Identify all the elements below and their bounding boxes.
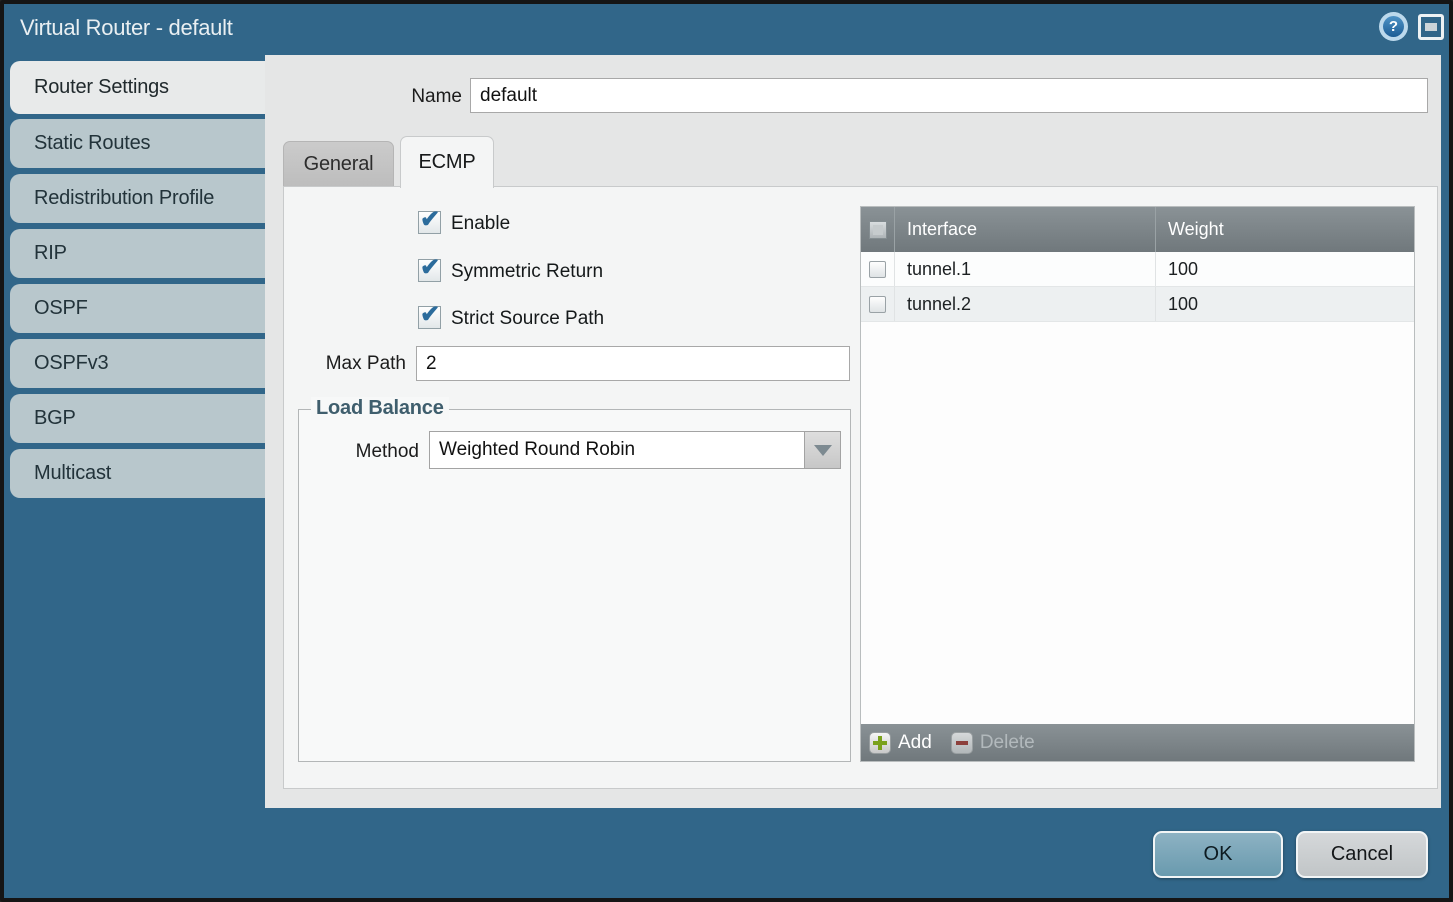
- dialog-title: Virtual Router - default: [20, 15, 233, 41]
- help-icon-glyph: ?: [1383, 16, 1404, 37]
- table-empty-area: [861, 322, 1414, 724]
- sidebar-item-ospfv3[interactable]: OSPFv3: [10, 339, 265, 388]
- method-dropdown-button[interactable]: [804, 432, 840, 468]
- method-label: Method: [335, 441, 419, 463]
- tab-ecmp[interactable]: ECMP: [400, 136, 494, 188]
- sidebar-item-multicast[interactable]: Multicast: [10, 449, 265, 498]
- sidebar-item-router-settings[interactable]: Router Settings: [10, 61, 265, 114]
- interface-cell: tunnel.1: [895, 252, 1156, 286]
- delete-icon[interactable]: [951, 732, 973, 754]
- row-checkbox-cell: [861, 252, 895, 286]
- strict-source-path-checkbox[interactable]: [418, 306, 441, 329]
- load-balance-group: Load Balance Method Weighted Round Robin: [298, 409, 851, 762]
- method-dropdown[interactable]: Weighted Round Robin: [429, 431, 841, 469]
- ecmp-panel: Enable Symmetric Return Strict Source Pa…: [283, 186, 1438, 789]
- cancel-button[interactable]: Cancel: [1296, 831, 1428, 878]
- max-path-label: Max Path: [302, 353, 406, 375]
- load-balance-legend: Load Balance: [311, 397, 449, 420]
- enable-checkbox[interactable]: [418, 211, 441, 234]
- table-footer-toolbar: Add Delete: [861, 724, 1414, 761]
- interface-column-header: Interface: [895, 207, 1156, 252]
- sidebar-item-redistribution-profile[interactable]: Redistribution Profile: [10, 174, 265, 223]
- sidebar-item-ospf[interactable]: OSPF: [10, 284, 265, 333]
- interface-table: Interface Weight tunnel.1 100 tunnel.2 1…: [860, 206, 1415, 762]
- table-row[interactable]: tunnel.1 100: [861, 252, 1414, 287]
- name-label: Name: [334, 86, 462, 108]
- add-button[interactable]: Add: [898, 732, 932, 754]
- sidebar-item-static-routes[interactable]: Static Routes: [10, 119, 265, 168]
- name-input[interactable]: [470, 78, 1428, 113]
- sidebar-item-bgp[interactable]: BGP: [10, 394, 265, 443]
- sidebar-item-rip[interactable]: RIP: [10, 229, 265, 278]
- weight-cell: 100: [1156, 294, 1414, 315]
- row-checkbox-cell: [861, 287, 895, 321]
- restore-window-icon[interactable]: [1418, 14, 1444, 40]
- help-icon[interactable]: ?: [1379, 12, 1408, 41]
- row-checkbox[interactable]: [869, 296, 886, 313]
- symmetric-return-checkbox[interactable]: [418, 259, 441, 282]
- select-all-checkbox[interactable]: [869, 221, 887, 239]
- method-selected-value: Weighted Round Robin: [439, 432, 635, 468]
- header-checkbox-cell: [861, 207, 895, 252]
- strict-source-path-label: Strict Source Path: [451, 308, 604, 330]
- virtual-router-dialog: Virtual Router - default ? Router Settin…: [0, 0, 1453, 902]
- chevron-down-icon: [814, 445, 832, 456]
- tab-general[interactable]: General: [283, 141, 394, 186]
- table-header-row: Interface Weight: [861, 207, 1414, 252]
- weight-cell: 100: [1156, 259, 1414, 280]
- symmetric-return-label: Symmetric Return: [451, 261, 603, 283]
- restore-window-icon-inner: [1425, 23, 1437, 31]
- table-row[interactable]: tunnel.2 100: [861, 287, 1414, 322]
- row-checkbox[interactable]: [869, 261, 886, 278]
- interface-cell: tunnel.2: [895, 287, 1156, 321]
- max-path-input[interactable]: [416, 346, 850, 381]
- add-icon[interactable]: [869, 732, 891, 754]
- enable-label: Enable: [451, 213, 510, 235]
- delete-button[interactable]: Delete: [980, 732, 1035, 754]
- ok-button[interactable]: OK: [1153, 831, 1283, 878]
- weight-column-header: Weight: [1156, 219, 1414, 240]
